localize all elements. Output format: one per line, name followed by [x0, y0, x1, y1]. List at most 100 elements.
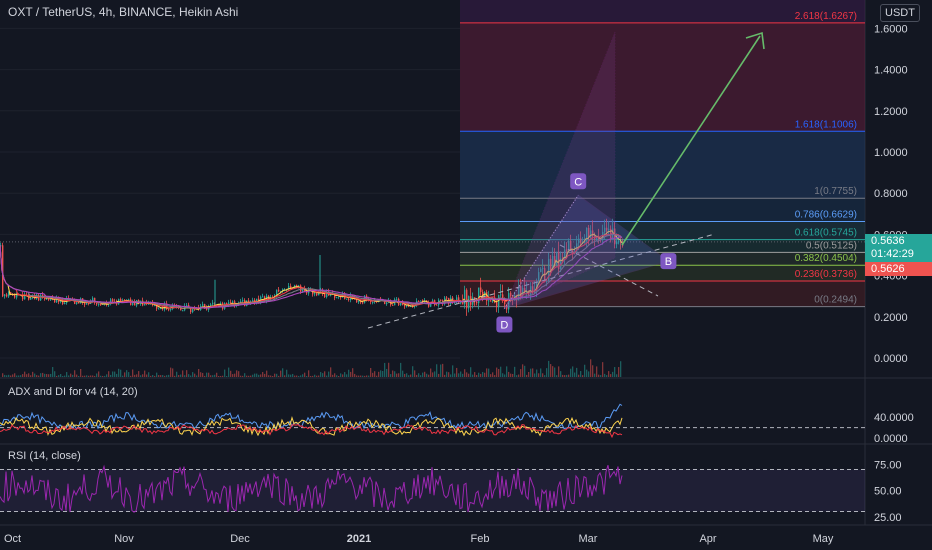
- volume-bar: [244, 373, 246, 377]
- volume-bar: [104, 375, 106, 377]
- rsi-pane-title[interactable]: RSI (14, close): [8, 450, 81, 462]
- volume-bar: [474, 372, 476, 377]
- volume-bar: [544, 375, 546, 377]
- volume-bar: [572, 366, 574, 377]
- volume-bar: [322, 373, 324, 377]
- volume-bar: [48, 374, 50, 377]
- volume-bar: [22, 374, 24, 377]
- volume-bar: [14, 373, 16, 377]
- candle-body: [466, 289, 468, 309]
- volume-bar: [78, 375, 80, 377]
- volume-bar: [350, 371, 352, 377]
- volume-bar: [140, 375, 142, 377]
- volume-bar: [26, 374, 28, 377]
- volume-bar: [164, 375, 166, 377]
- volume-bar: [188, 374, 190, 377]
- volume-bar: [50, 373, 52, 377]
- volume-bar: [178, 375, 180, 377]
- volume-bar: [494, 375, 496, 377]
- volume-bar: [46, 374, 48, 377]
- volume-bar: [292, 373, 294, 377]
- candle-body: [192, 308, 194, 313]
- volume-bar: [84, 375, 86, 377]
- pattern-label-d: D: [496, 316, 513, 333]
- volume-bar: [70, 373, 72, 377]
- time-axis-label: May: [813, 533, 834, 545]
- volume-bar: [586, 369, 588, 377]
- adx-pane-title[interactable]: ADX and DI for v4 (14, 20): [8, 386, 138, 398]
- volume-bar: [566, 374, 568, 377]
- candle-body: [6, 294, 8, 297]
- candle-body: [404, 305, 406, 307]
- volume-bar: [472, 374, 474, 377]
- volume-bar: [238, 371, 240, 377]
- volume-bar: [306, 375, 308, 377]
- fib-level-label: 2.618(1.6267): [795, 11, 857, 22]
- volume-bar: [598, 374, 600, 377]
- volume-bar: [120, 369, 122, 377]
- candle-body: [386, 302, 388, 305]
- volume-bar: [62, 375, 64, 377]
- volume-bar: [276, 373, 278, 377]
- candle-body: [202, 304, 204, 306]
- volume-bar: [482, 371, 484, 377]
- candle-body: [490, 300, 492, 302]
- volume-bar: [390, 374, 392, 377]
- chart-canvas[interactable]: 2.618(1.6267) 1.618(1.1006) 1(0.7755) 0.786…: [0, 0, 932, 550]
- volume-bar: [204, 375, 206, 377]
- volume-bar: [394, 371, 396, 377]
- volume-bar: [230, 370, 232, 377]
- volume-bar: [134, 374, 136, 377]
- volume-bar: [142, 374, 144, 377]
- volume-bar: [220, 375, 222, 377]
- volume-bar: [252, 374, 254, 377]
- volume-bar: [612, 371, 614, 377]
- currency-button[interactable]: USDT: [880, 4, 920, 22]
- candle-body: [170, 308, 172, 310]
- fib-level-label: 1(0.7755): [814, 186, 857, 197]
- last-price: 0.5636: [871, 235, 905, 247]
- candle-body: [76, 302, 78, 304]
- volume-bar: [618, 367, 620, 377]
- candle-body: [30, 298, 32, 300]
- volume-bar: [74, 370, 76, 377]
- volume-bar: [314, 374, 316, 377]
- volume-bar: [250, 375, 252, 377]
- fib-zone: [460, 131, 865, 199]
- volume-bar: [192, 372, 194, 377]
- volume-bar: [368, 375, 370, 377]
- candle-body: [372, 301, 374, 303]
- volume-bar: [358, 375, 360, 377]
- volume-bar: [248, 375, 250, 377]
- volume-bar: [246, 375, 248, 377]
- volume-bar: [310, 375, 312, 377]
- volume-bar: [340, 373, 342, 377]
- volume-bar: [6, 375, 8, 377]
- volume-bar: [450, 374, 452, 377]
- volume-bar: [12, 374, 14, 377]
- volume-bar: [552, 366, 554, 377]
- last-price-tag: 0.5636 01:42:29: [865, 234, 932, 262]
- volume-bar: [64, 375, 66, 377]
- volume-bar: [404, 373, 406, 377]
- volume-bar: [136, 374, 138, 377]
- volume-bar: [174, 375, 176, 377]
- volume-bar: [352, 368, 354, 377]
- adx-axis-tick: 40.0000: [874, 412, 914, 424]
- volume-bar: [138, 371, 140, 377]
- volume-bar: [334, 373, 336, 377]
- candle-body: [462, 302, 464, 305]
- volume-bar: [536, 369, 538, 377]
- candle-body: [348, 298, 350, 301]
- volume-bar: [240, 375, 242, 377]
- volume-bar: [8, 374, 10, 377]
- volume-bar: [180, 374, 182, 377]
- di-plus-line: [0, 415, 623, 437]
- volume-bar: [92, 375, 94, 377]
- volume-bar: [96, 373, 98, 377]
- fib-zone: [460, 22, 865, 132]
- time-axis-label: Nov: [114, 533, 134, 545]
- volume-bar: [156, 372, 158, 377]
- volume-bar: [500, 366, 502, 377]
- candle-body: [98, 304, 100, 306]
